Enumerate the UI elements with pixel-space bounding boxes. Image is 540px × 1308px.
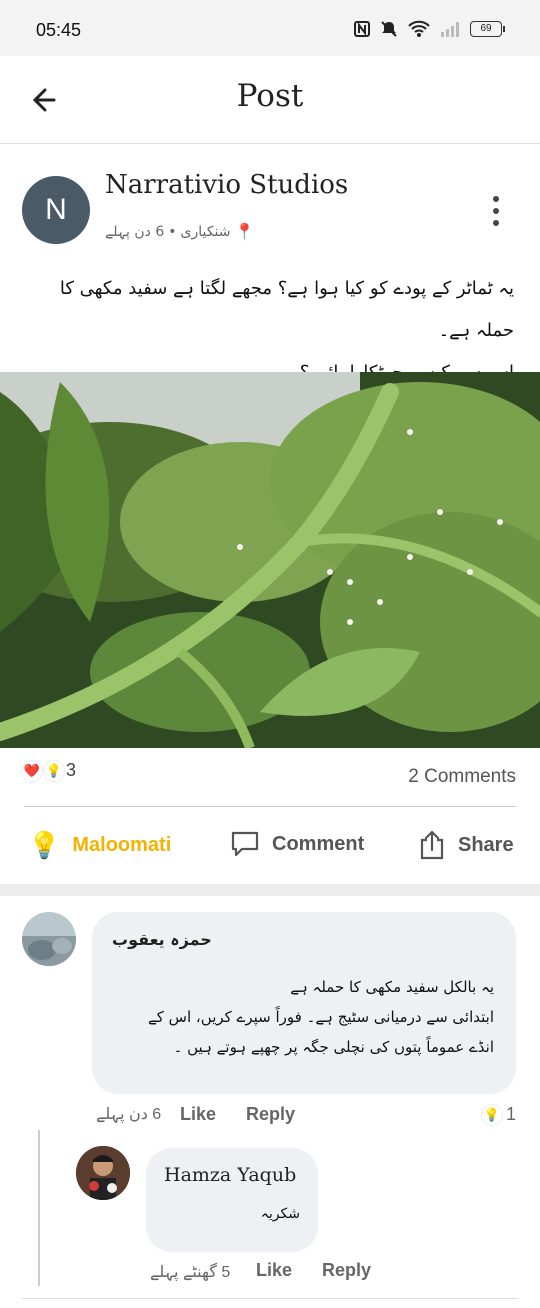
- section-separator: [0, 884, 540, 896]
- bulb-reaction-icon: 💡: [44, 760, 64, 781]
- reply-time: 5 گھنٹے پہلے: [150, 1264, 231, 1281]
- comment-line: ابتدائی سے درمیانی سٹیج ہے۔ فوراً سپرے ک…: [147, 1008, 494, 1026]
- comment-button[interactable]: Comment: [230, 830, 364, 858]
- post-image[interactable]: [0, 372, 540, 748]
- avatar-photo: [76, 1146, 130, 1200]
- post-location: شنکیاری: [180, 223, 231, 240]
- reply-footer: 5 گھنٹے پہلے Like Reply: [150, 1260, 410, 1288]
- comment-time: 6 دن پہلے: [96, 1106, 162, 1123]
- divider: [22, 1298, 518, 1299]
- share-label: Share: [458, 833, 514, 856]
- comments-count[interactable]: 2 Comments: [408, 766, 516, 788]
- divider: [24, 806, 516, 807]
- reply-button[interactable]: Reply: [322, 1260, 371, 1281]
- heart-reaction-icon: ❤️: [22, 760, 42, 781]
- reply-button[interactable]: Reply: [246, 1104, 295, 1125]
- status-bar: 05:45 69: [0, 0, 540, 56]
- tomato-leaves-photo: [0, 372, 540, 748]
- more-options-button[interactable]: [490, 196, 502, 226]
- commenter-name[interactable]: حمزہ یعقوب: [112, 930, 212, 949]
- mute-icon: [381, 21, 397, 37]
- comment-line: انڈے عموماً پتوں کی نچلی جگہ پر چھپے ہوت…: [173, 1038, 494, 1056]
- replier-avatar[interactable]: [76, 1146, 130, 1200]
- meta-separator: •: [168, 223, 177, 240]
- share-icon: [420, 830, 444, 860]
- reply-bubble: Hamza Yaqub شکریہ: [146, 1148, 318, 1252]
- replier-name[interactable]: Hamza Yaqub: [164, 1164, 296, 1186]
- post-text-line: یہ ٹماٹر کے پودے کو کیا ہوا ہے؟ مجھے لگت…: [59, 278, 514, 341]
- battery-indicator: 69: [470, 21, 505, 37]
- post-reactions[interactable]: ❤️ 💡 3: [22, 760, 76, 781]
- avatar-photo: [22, 912, 76, 966]
- location-pin-icon: 📍: [234, 222, 255, 241]
- comment-footer: 6 دن پہلے Like Reply 💡 1: [96, 1104, 516, 1132]
- comment-reaction-count: 1: [505, 1104, 516, 1124]
- comment-bubble: حمزہ یعقوب یہ بالکل سفید مکھی کا حملہ ہے…: [92, 912, 516, 1094]
- more-dot-icon: [493, 208, 499, 214]
- page-title: Post: [236, 78, 304, 114]
- comment-icon: [231, 831, 259, 857]
- maloomati-label: Maloomati: [72, 834, 172, 856]
- share-button[interactable]: Share: [418, 830, 514, 860]
- post-time: 6 دن پہلے: [105, 223, 165, 240]
- commenter-avatar[interactable]: [22, 912, 76, 966]
- maloomati-button[interactable]: 💡 Maloomati: [28, 830, 171, 861]
- wifi-icon: [408, 20, 430, 37]
- like-button[interactable]: Like: [256, 1260, 292, 1281]
- status-icons: 69: [354, 20, 505, 38]
- post-actions: 💡 Maloomati Comment Share: [0, 820, 540, 876]
- author-avatar[interactable]: N: [22, 176, 90, 244]
- signal-icon: [441, 22, 459, 37]
- reply-text: شکریہ: [260, 1206, 300, 1222]
- more-dot-icon: [493, 220, 499, 226]
- comment-reactions[interactable]: 💡 1: [481, 1104, 516, 1125]
- nfc-icon: [354, 21, 370, 37]
- more-dot-icon: [493, 196, 499, 202]
- author-name[interactable]: Narrativio Studios: [105, 170, 348, 200]
- app-header: Post: [0, 56, 540, 144]
- comment-text: یہ بالکل سفید مکھی کا حملہ ہے ابتدائی سے…: [112, 972, 494, 1062]
- comment-label: Comment: [272, 832, 365, 855]
- post-header: N Narrativio Studios 📍 شنکیاری • 6 دن پہ…: [0, 160, 540, 260]
- like-button[interactable]: Like: [180, 1104, 216, 1125]
- comment-line: یہ بالکل سفید مکھی کا حملہ ہے: [290, 978, 494, 996]
- reaction-count: 3: [66, 760, 77, 780]
- lightbulb-icon: 💡: [28, 830, 61, 860]
- post-meta: 📍 شنکیاری • 6 دن پہلے: [105, 222, 254, 241]
- status-time: 05:45: [36, 20, 82, 40]
- bulb-reaction-icon: 💡: [481, 1104, 502, 1125]
- reply-thread-line: [38, 1130, 40, 1286]
